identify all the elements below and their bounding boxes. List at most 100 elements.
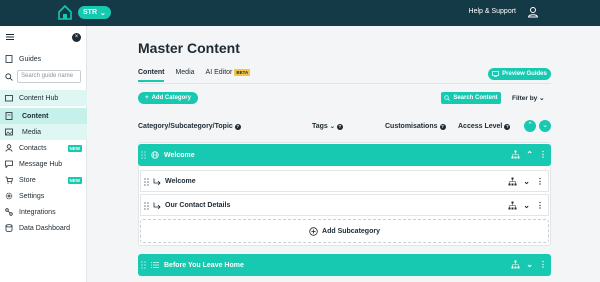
filter-by-dropdown[interactable]: Filter by ⌄ (512, 94, 545, 102)
property-selector[interactable]: STR ⌄ (78, 6, 111, 19)
sidebar-item-label: Media (22, 128, 42, 136)
book-icon (5, 55, 13, 63)
image-icon (5, 128, 13, 136)
chevron-down-icon[interactable]: ⌄ (523, 177, 530, 186)
sitemap-icon[interactable] (511, 150, 520, 159)
sitemap-icon[interactable] (508, 177, 517, 186)
plus-circle-icon (309, 226, 318, 236)
tab-ai-editor[interactable]: AI Editor BETA (205, 68, 251, 82)
more-options-icon[interactable]: ⋮ (539, 150, 547, 159)
more-options-icon[interactable]: ⋮ (539, 260, 547, 269)
property-selector-label: STR (83, 9, 97, 16)
sidebar-item-label: Store (19, 176, 36, 184)
sidebar-item-content[interactable]: Content (0, 108, 87, 124)
drag-handle-icon[interactable] (141, 261, 146, 269)
sidebar-item-store[interactable]: Store NEW (0, 172, 87, 188)
sidebar-item-label: Integrations (19, 208, 56, 216)
column-header-access-level: Access Level ? (458, 123, 511, 130)
search-icon (444, 95, 451, 101)
help-support-link[interactable]: Help & Support (469, 8, 516, 15)
message-icon (5, 160, 13, 168)
sidebar-item-label: Message Hub (19, 160, 63, 168)
add-category-button[interactable]: + Add Category (138, 92, 198, 104)
chevron-down-icon[interactable]: ⌄ (523, 201, 530, 210)
sidebar-item-media[interactable]: Media (0, 124, 87, 140)
row-actions: ⌄ ⋮ (508, 201, 544, 210)
sidebar: × Guides Search guide name Content Hub C… (0, 26, 87, 282)
add-subcategory-button[interactable]: Add Subcategory (140, 219, 549, 243)
database-icon (5, 224, 13, 232)
tab-content[interactable]: Content (138, 69, 165, 82)
sidebar-item-label: Content Hub (19, 94, 59, 102)
subdirectory-arrow-icon (153, 178, 161, 186)
expand-all-button[interactable]: ⌄ (539, 120, 551, 132)
row-label: Welcome (164, 151, 195, 159)
globe-icon (151, 151, 159, 159)
sidebar-item-settings[interactable]: Settings (0, 188, 87, 204)
sidebar-item-message-hub[interactable]: Message Hub (0, 156, 87, 172)
chevron-up-icon[interactable]: ⌃ (526, 150, 533, 159)
column-header-label: Access Level (458, 123, 503, 130)
chevron-down-icon: ⌄ (100, 9, 106, 17)
folder-icon (5, 95, 13, 102)
search-content-label: Search Content (453, 95, 498, 101)
row-actions: ⌃ ⋮ (511, 150, 547, 159)
row-label: Our Contact Details (165, 201, 231, 209)
row-actions: ⌄ ⋮ (511, 260, 547, 269)
chevron-down-icon[interactable]: ⌄ (330, 123, 335, 130)
sidebar-item-content-hub[interactable]: Content Hub (0, 90, 87, 106)
add-category-label: Add Category (151, 95, 191, 101)
sitemap-icon[interactable] (508, 201, 517, 210)
topic-row-welcome[interactable]: Welcome ⌄ ⋮ (140, 170, 549, 192)
drag-handle-icon[interactable] (141, 151, 146, 159)
chevron-down-icon: ⌄ (539, 95, 545, 102)
sidebar-item-integrations[interactable]: Integrations (0, 204, 87, 220)
user-icon[interactable] (527, 6, 539, 18)
help-icon[interactable]: ? (336, 123, 343, 130)
plus-icon: + (145, 95, 149, 101)
preview-guides-button[interactable]: Preview Guides (488, 68, 551, 80)
category-row-welcome[interactable]: Welcome ⌃ ⋮ (138, 144, 551, 166)
content-tabs: Content Media AI Editor BETA (138, 68, 251, 82)
collapse-all-button[interactable]: ⌃ (524, 120, 536, 132)
row-actions: ⌄ ⋮ (508, 177, 544, 186)
chevron-down-icon[interactable]: ⌄ (526, 260, 533, 269)
sidebar-item-label: Content (22, 112, 49, 120)
tabs-divider (138, 83, 551, 84)
page-title: Master Content (138, 40, 240, 56)
help-icon[interactable]: ? (234, 123, 241, 130)
column-header-category: Category/Subcategory/Topic ? (138, 123, 241, 130)
more-options-icon[interactable]: ⋮ (536, 201, 544, 210)
sidebar-item-label: Guides (19, 55, 42, 63)
hamburger-menu-icon[interactable] (6, 34, 14, 40)
sidebar-item-data-dashboard[interactable]: Data Dashboard (0, 220, 87, 236)
beta-badge: BETA (234, 68, 251, 76)
sitemap-icon[interactable] (511, 260, 520, 269)
home-logo-icon[interactable] (58, 5, 72, 20)
more-options-icon[interactable]: ⋮ (536, 177, 544, 186)
monitor-icon (492, 71, 500, 77)
sidebar-item-label: Contacts (19, 144, 47, 152)
sidebar-item-guides[interactable]: Guides (0, 51, 87, 67)
help-icon[interactable]: ? (504, 123, 511, 130)
integrations-icon (5, 208, 13, 216)
help-icon[interactable]: ? (439, 123, 446, 130)
tab-media[interactable]: Media (175, 69, 194, 82)
add-subcategory-label: Add Subcategory (322, 227, 380, 235)
contacts-icon (5, 144, 13, 152)
close-sidebar-button[interactable]: × (72, 33, 81, 42)
new-badge: NEW (67, 144, 82, 152)
tab-ai-editor-label: AI Editor (205, 69, 233, 76)
search-content-button[interactable]: Search Content (441, 92, 501, 104)
column-header-label: Tags (312, 123, 328, 130)
guide-search-input[interactable]: Search guide name (17, 70, 81, 83)
drag-handle-icon[interactable] (144, 178, 149, 186)
search-icon (5, 73, 13, 81)
row-label: Welcome (165, 177, 196, 185)
list-icon (151, 262, 159, 268)
topic-row-our-contact-details[interactable]: Our Contact Details ⌄ ⋮ (140, 194, 549, 216)
drag-handle-icon[interactable] (144, 202, 149, 210)
sidebar-item-contacts[interactable]: Contacts NEW (0, 140, 87, 156)
category-row-before-you-leave-home[interactable]: Before You Leave Home ⌄ ⋮ (138, 254, 551, 276)
sidebar-item-label: Settings (19, 192, 45, 200)
